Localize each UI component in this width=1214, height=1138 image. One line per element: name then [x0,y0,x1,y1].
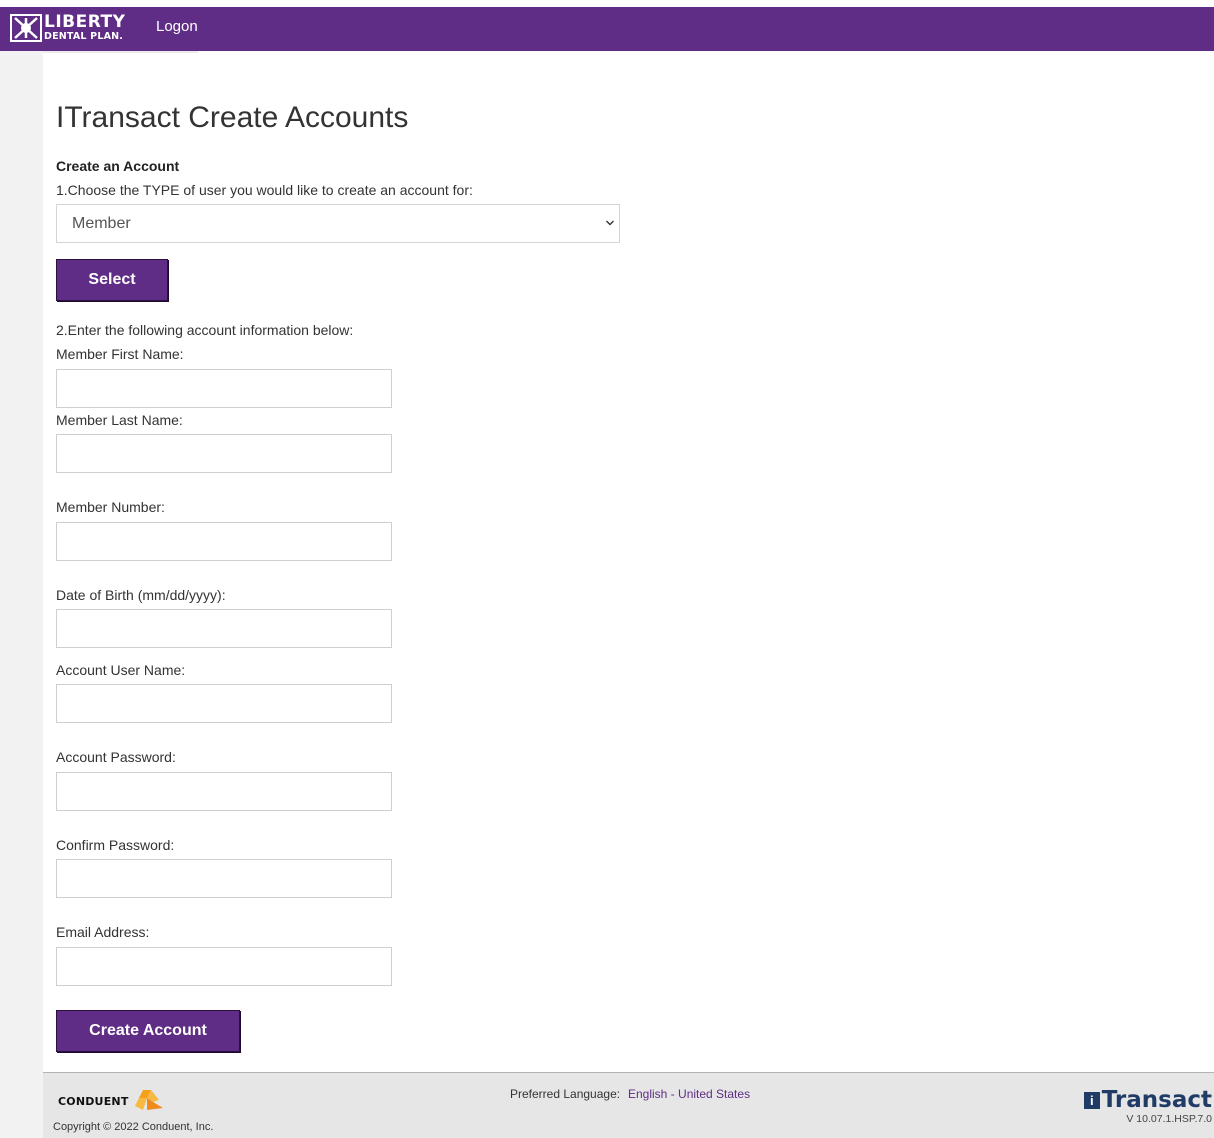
section-title: Create an Account [56,158,180,174]
create-account-button[interactable]: Create Account [56,1010,240,1052]
top-header: LIBERTY DENTAL PLAN. Logon [0,7,1214,51]
chevron-down-icon [606,220,614,226]
confirm-password-label: Confirm Password: [56,837,175,853]
page-title: ITransact Create Accounts [56,101,409,134]
date-of-birth-label: Date of Birth (mm/dd/yyyy): [56,587,226,603]
itransact-name: Transact [1101,1087,1212,1113]
copyright-text: Copyright © 2022 Conduent, Inc. [53,1121,214,1133]
step1-instruction: 1.Choose the TYPE of user you would like… [56,182,473,198]
conduent-logo: CONDUENT [58,1088,167,1114]
user-type-select[interactable]: Member [56,204,620,243]
conduent-wordmark: CONDUENT [58,1094,129,1108]
member-first-name-label: Member First Name: [56,346,184,362]
email-address-label: Email Address: [56,924,150,940]
date-of-birth-input[interactable] [56,609,392,648]
step2-instruction: 2.Enter the following account informatio… [56,322,354,338]
member-last-name-input[interactable] [56,434,392,473]
account-password-label: Account Password: [56,749,176,765]
logo-text: LIBERTY DENTAL PLAN. [44,14,125,42]
member-number-label: Member Number: [56,499,165,515]
email-address-input[interactable] [56,947,392,986]
itransact-logo: i Transact V 10.07.1.HSP.7.0 [1083,1087,1212,1125]
account-username-label: Account User Name: [56,662,186,678]
itransact-wordmark: i Transact [1083,1087,1212,1113]
liberty-logo-icon [10,14,42,42]
left-rail [0,51,43,1138]
nav-logon-link[interactable]: Logon [156,18,198,35]
page-footer [43,1072,1214,1138]
liberty-logo[interactable]: LIBERTY DENTAL PLAN. [10,12,125,44]
account-password-input[interactable] [56,772,392,811]
preferred-language-label: Preferred Language: [510,1087,621,1101]
user-type-selected-value: Member [72,215,131,232]
version-text: V 10.07.1.HSP.7.0 [1126,1113,1212,1125]
itransact-badge-icon: i [1083,1092,1100,1109]
member-first-name-input[interactable] [56,369,392,408]
conduent-logo-icon [134,1090,163,1110]
logo-line1: LIBERTY [44,12,126,33]
top-strip [0,0,1214,7]
confirm-password-input[interactable] [56,859,392,898]
divider [43,51,198,53]
account-username-input[interactable] [56,684,392,723]
member-number-input[interactable] [56,522,392,561]
select-button[interactable]: Select [56,259,168,301]
preferred-language-link[interactable]: English - United States [628,1087,750,1101]
logo-line2: DENTAL PLAN. [44,31,124,43]
member-last-name-label: Member Last Name: [56,412,183,428]
